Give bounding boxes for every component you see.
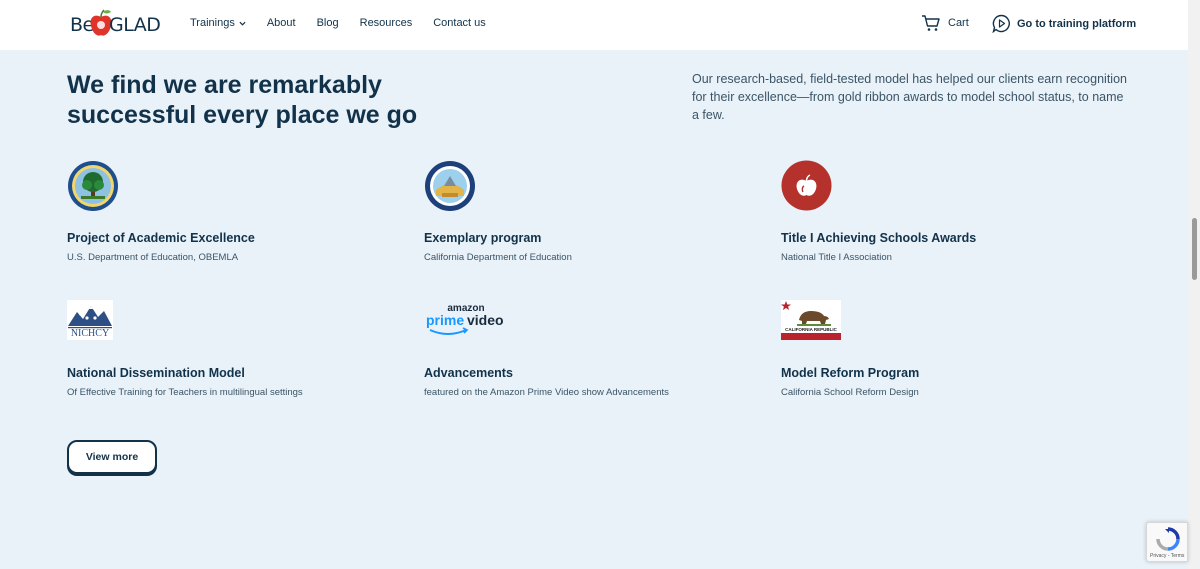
nichcy-logo-text: NICHCY	[71, 328, 109, 339]
nav-resources[interactable]: Resources	[360, 17, 413, 29]
recaptcha-icon	[1156, 527, 1180, 551]
recaptcha-badge[interactable]: Privacy - Terms	[1146, 522, 1188, 562]
prime-word: prime	[426, 312, 464, 328]
cart-link[interactable]: Cart	[921, 14, 969, 32]
recaptcha-terms[interactable]: Privacy - Terms	[1150, 553, 1184, 559]
award-subtitle: Of Effective Training for Teachers in mu…	[67, 387, 303, 398]
california-flag-text: CALIFORNIA REPUBLIC	[785, 327, 838, 332]
award-title: Model Reform Program	[781, 366, 920, 380]
award-title: Advancements	[424, 366, 513, 380]
nav-blog-label: Blog	[316, 17, 339, 29]
video-word: video	[467, 312, 504, 328]
award-title: National Dissemination Model	[67, 366, 245, 380]
cart-icon	[922, 15, 940, 31]
award-subtitle: National Title I Association	[781, 252, 892, 263]
section-intro: Our research-based, field-tested model h…	[692, 72, 1127, 122]
award-title: Exemplary program	[424, 231, 542, 245]
page-scrollbar-thumb[interactable]	[1192, 218, 1197, 280]
award-subtitle: California Department of Education	[424, 252, 572, 263]
award-subtitle: California School Reform Design	[781, 387, 919, 398]
beglad-logo[interactable]: Be GLAD	[70, 8, 161, 40]
nav-resources-label: Resources	[359, 17, 413, 29]
play-chat-icon	[992, 14, 1010, 33]
platform-label: Go to training platform	[1017, 17, 1137, 30]
chevron-down-icon	[239, 21, 246, 26]
amazon-prime-video-logo-icon: amazon prime video	[426, 303, 504, 335]
ca-dept-education-seal-icon	[425, 161, 475, 211]
apple-logo-icon	[781, 160, 832, 211]
nav-contact-label: Contact us	[433, 17, 486, 29]
award-subtitle: U.S. Department of Education, OBEMLA	[67, 252, 239, 263]
cart-label: Cart	[948, 17, 969, 29]
view-more-label: View more	[85, 451, 139, 463]
nav-trainings-label: Trainings	[190, 17, 235, 29]
top-navbar: Be GLAD Trainings About Blog Resources C…	[0, 0, 1188, 50]
nav-about-label: About	[266, 17, 296, 29]
nav-about[interactable]: About	[267, 17, 296, 29]
california-flag-icon: CALIFORNIA REPUBLIC	[781, 300, 841, 340]
page-scrollbar-track[interactable]	[1188, 0, 1200, 569]
logo-text-right: GLAD	[109, 14, 161, 36]
view-more-button[interactable]: View more	[67, 440, 157, 474]
us-dept-education-seal-icon	[68, 161, 118, 211]
nav-contact[interactable]: Contact us	[433, 17, 486, 29]
nichcy-logo-icon: NICHCY	[67, 300, 113, 340]
training-platform-link[interactable]: Go to training platform	[992, 14, 1136, 33]
award-title: Title I Achieving Schools Awards	[781, 231, 977, 245]
nav-trainings[interactable]: Trainings	[190, 17, 246, 29]
section-headline: We find we are remarkably successful eve…	[67, 71, 418, 129]
award-subtitle: featured on the Amazon Prime Video show …	[424, 387, 669, 398]
main-nav: Trainings About Blog Resources Contact u…	[190, 17, 507, 29]
award-title: Project of Academic Excellence	[67, 231, 255, 245]
nav-blog[interactable]: Blog	[317, 17, 339, 29]
